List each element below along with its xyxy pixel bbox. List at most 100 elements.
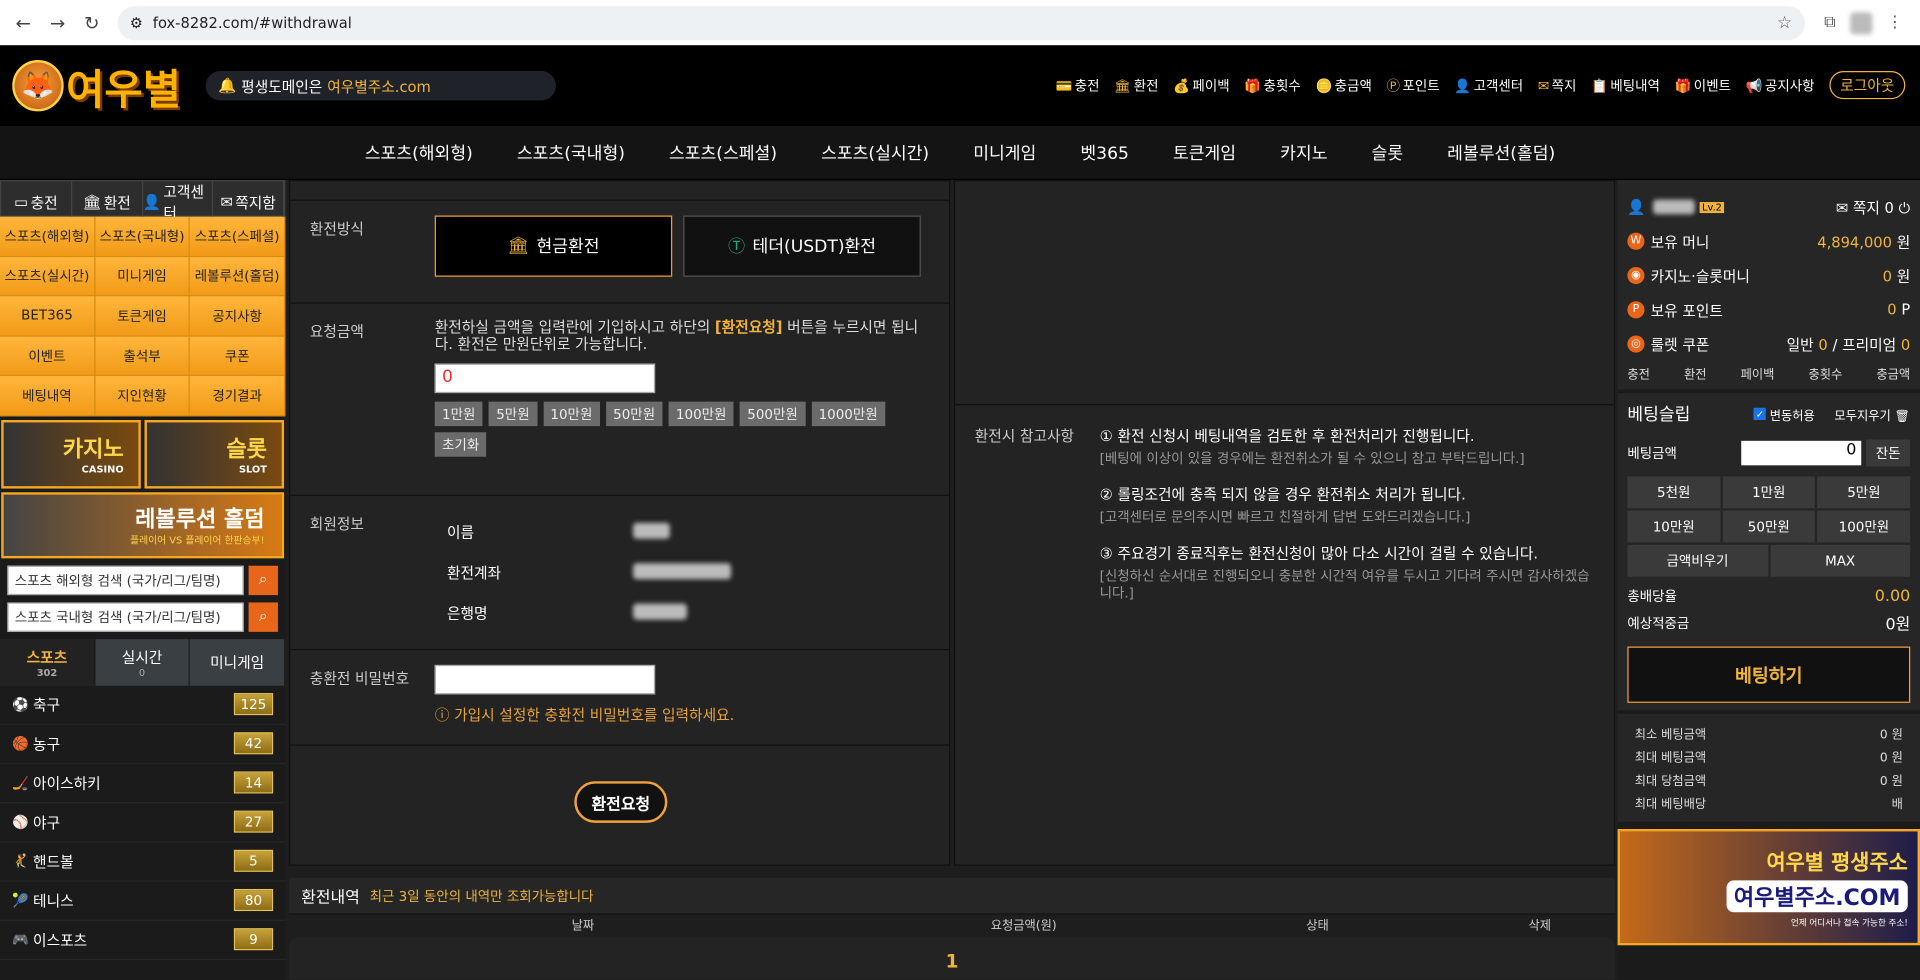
- game-menu-item[interactable]: 미니게임: [95, 256, 191, 297]
- nav-item[interactable]: 스포츠(스페셜): [669, 140, 777, 164]
- slot-banner[interactable]: 슬롯 SLOT: [144, 419, 285, 489]
- game-menu-item[interactable]: 스포츠(스페셜): [190, 216, 286, 257]
- amount-chip[interactable]: 100만원: [668, 401, 734, 426]
- bet-amount-button[interactable]: 5천원: [1627, 476, 1721, 509]
- game-menu-item[interactable]: 토큰게임: [95, 296, 191, 337]
- top-menu-1[interactable]: 🏛 환전: [1114, 75, 1158, 95]
- logout-button[interactable]: 로그아웃: [1829, 71, 1906, 100]
- bet-amount-input[interactable]: 0: [1741, 440, 1862, 466]
- amount-chip[interactable]: 500만원: [739, 401, 806, 426]
- user-link[interactable]: 충금액: [1876, 364, 1910, 382]
- sport-tab[interactable]: 미니게임: [190, 639, 286, 686]
- sport-item[interactable]: 🏀 농구 42: [0, 725, 286, 765]
- clear-all-button[interactable]: 모두지우기 🗑: [1834, 405, 1910, 423]
- sport-item[interactable]: 🤾 핸드볼 5: [0, 842, 286, 882]
- game-menu-item[interactable]: 경기결과: [190, 376, 286, 417]
- game-menu-item[interactable]: 출석부: [95, 336, 191, 377]
- amount-chip[interactable]: 50만원: [605, 401, 663, 426]
- sport-item[interactable]: ⚾ 야구 27: [0, 803, 286, 843]
- game-menu-item[interactable]: 스포츠(실시간): [0, 256, 96, 297]
- nav-item[interactable]: 스포츠(해외형): [365, 140, 473, 164]
- bet-amount-button[interactable]: 50만원: [1722, 510, 1816, 543]
- forward-icon[interactable]: →: [44, 9, 71, 36]
- overseas-search-input[interactable]: [7, 565, 244, 596]
- reset-button[interactable]: 초기화: [434, 431, 487, 457]
- nav-item[interactable]: 슬롯: [1372, 140, 1404, 164]
- domestic-search-input[interactable]: [7, 602, 244, 632]
- nav-item[interactable]: 레볼루션(홀덤): [1447, 140, 1555, 164]
- sport-tab[interactable]: 실시간 0: [95, 639, 191, 686]
- empty-amount-button[interactable]: 금액비우기: [1627, 544, 1768, 577]
- bet-amount-button[interactable]: 5만원: [1817, 476, 1911, 509]
- top-menu-6[interactable]: 👤 고객센터: [1454, 75, 1523, 95]
- memo-count[interactable]: ✉ 쪽지 0 ⏻: [1836, 197, 1910, 218]
- game-menu-item[interactable]: 스포츠(국내형): [95, 216, 191, 257]
- nav-item[interactable]: 미니게임: [973, 140, 1036, 164]
- change-allow-checkbox[interactable]: ✓ 변동허용: [1753, 405, 1815, 423]
- nav-item[interactable]: 카지노: [1280, 140, 1327, 164]
- game-menu-item[interactable]: BET365: [0, 296, 96, 337]
- page-number[interactable]: 1: [946, 950, 959, 972]
- bookmark-star-icon[interactable]: ☆: [1777, 13, 1792, 33]
- search-icon[interactable]: ⌕: [248, 565, 278, 596]
- power-icon[interactable]: ⏻: [1899, 199, 1911, 216]
- top-menu-4[interactable]: 🪙 충금액: [1315, 75, 1371, 95]
- top-menu-0[interactable]: 💳 충전: [1055, 75, 1099, 95]
- address-bar[interactable]: ⚙ fox-8282.com/#withdrawal ☆: [117, 5, 1805, 40]
- user-link[interactable]: 충횟수: [1808, 364, 1842, 382]
- game-menu-item[interactable]: 공지사항: [190, 296, 286, 337]
- amount-chip[interactable]: 1만원: [434, 401, 483, 426]
- usdt-withdraw-button[interactable]: Ⓣ 테더(USDT)환전: [683, 215, 921, 277]
- nav-item[interactable]: 스포츠(실시간): [821, 140, 929, 164]
- place-bet-button[interactable]: 베팅하기: [1627, 646, 1911, 703]
- bet-amount-button[interactable]: 10만원: [1627, 510, 1721, 543]
- sport-tab[interactable]: 스포츠 302: [0, 639, 96, 686]
- sport-item[interactable]: 🎮 이스포츠 9: [0, 921, 286, 960]
- nav-item[interactable]: 벳365: [1080, 140, 1129, 164]
- profile-avatar[interactable]: [1850, 11, 1873, 34]
- game-menu-item[interactable]: 베팅내역: [0, 376, 96, 417]
- address-banner[interactable]: 여우별 평생주소 여우별주소.COM 언제 어디서나 접속 가능한 주소!: [1617, 828, 1920, 946]
- cash-withdraw-button[interactable]: 🏛 현금환전: [434, 215, 673, 277]
- top-menu-5[interactable]: Ⓟ 포인트: [1387, 75, 1440, 95]
- game-menu-item[interactable]: 스포츠(해외형): [0, 216, 96, 257]
- password-input[interactable]: [434, 664, 656, 695]
- reload-icon[interactable]: ↻: [78, 9, 105, 36]
- user-link[interactable]: 환전: [1684, 364, 1707, 382]
- bet-amount-button[interactable]: 1만원: [1722, 476, 1816, 509]
- sport-item[interactable]: ⚽ 축구 125: [0, 686, 286, 725]
- extensions-icon[interactable]: ⧉: [1824, 13, 1835, 31]
- amount-chip[interactable]: 10만원: [543, 401, 600, 426]
- site-info-icon[interactable]: ⚙: [130, 14, 143, 31]
- game-menu-item[interactable]: 쿠폰: [190, 336, 286, 377]
- user-link[interactable]: 충전: [1627, 364, 1650, 382]
- top-menu-3[interactable]: 🎁 충횟수: [1244, 75, 1300, 95]
- back-icon[interactable]: ←: [10, 9, 37, 36]
- bet-amount-button[interactable]: 100만원: [1817, 510, 1911, 543]
- game-menu-item[interactable]: 레볼루션(홀덤): [190, 256, 286, 297]
- max-button[interactable]: MAX: [1770, 544, 1911, 577]
- menu-icon[interactable]: ⋮: [1887, 13, 1903, 31]
- game-menu-item[interactable]: 지인현황: [95, 376, 191, 417]
- top-menu-7[interactable]: ✉ 쪽지: [1538, 75, 1577, 95]
- user-link[interactable]: 페이백: [1741, 364, 1775, 382]
- sport-item[interactable]: 🎾 테니스 80: [0, 882, 286, 921]
- top-menu-2[interactable]: 💰 페이백: [1173, 75, 1229, 95]
- top-menu-10[interactable]: 📢 공지사항: [1746, 75, 1815, 95]
- withdraw-request-button[interactable]: 환전요청: [574, 781, 668, 823]
- history-columns: 날짜 요청금액(원) 상태 삭제: [288, 914, 1616, 934]
- amount-chip[interactable]: 1000만원: [811, 401, 885, 426]
- casino-banner[interactable]: 카지노 CASINO: [1, 419, 141, 489]
- sport-item[interactable]: 🏒 아이스하키 14: [0, 764, 286, 804]
- game-menu-item[interactable]: 이벤트: [0, 336, 96, 377]
- nav-item[interactable]: 토큰게임: [1173, 140, 1236, 164]
- remain-button[interactable]: 잔돈: [1866, 439, 1911, 467]
- top-menu-8[interactable]: 📋 베팅내역: [1591, 75, 1660, 95]
- search-icon[interactable]: ⌕: [248, 602, 278, 632]
- amount-input[interactable]: 0: [434, 363, 656, 393]
- nav-item[interactable]: 스포츠(국내형): [517, 140, 625, 164]
- top-menu-9[interactable]: 🎁 이벤트: [1675, 75, 1731, 95]
- site-logo[interactable]: 🦊 여우별: [12, 56, 196, 116]
- holdem-banner[interactable]: 레볼루션 홀덤 플레이어 VS 플레이어 한판승부!: [1, 492, 285, 559]
- amount-chip[interactable]: 5만원: [488, 401, 537, 426]
